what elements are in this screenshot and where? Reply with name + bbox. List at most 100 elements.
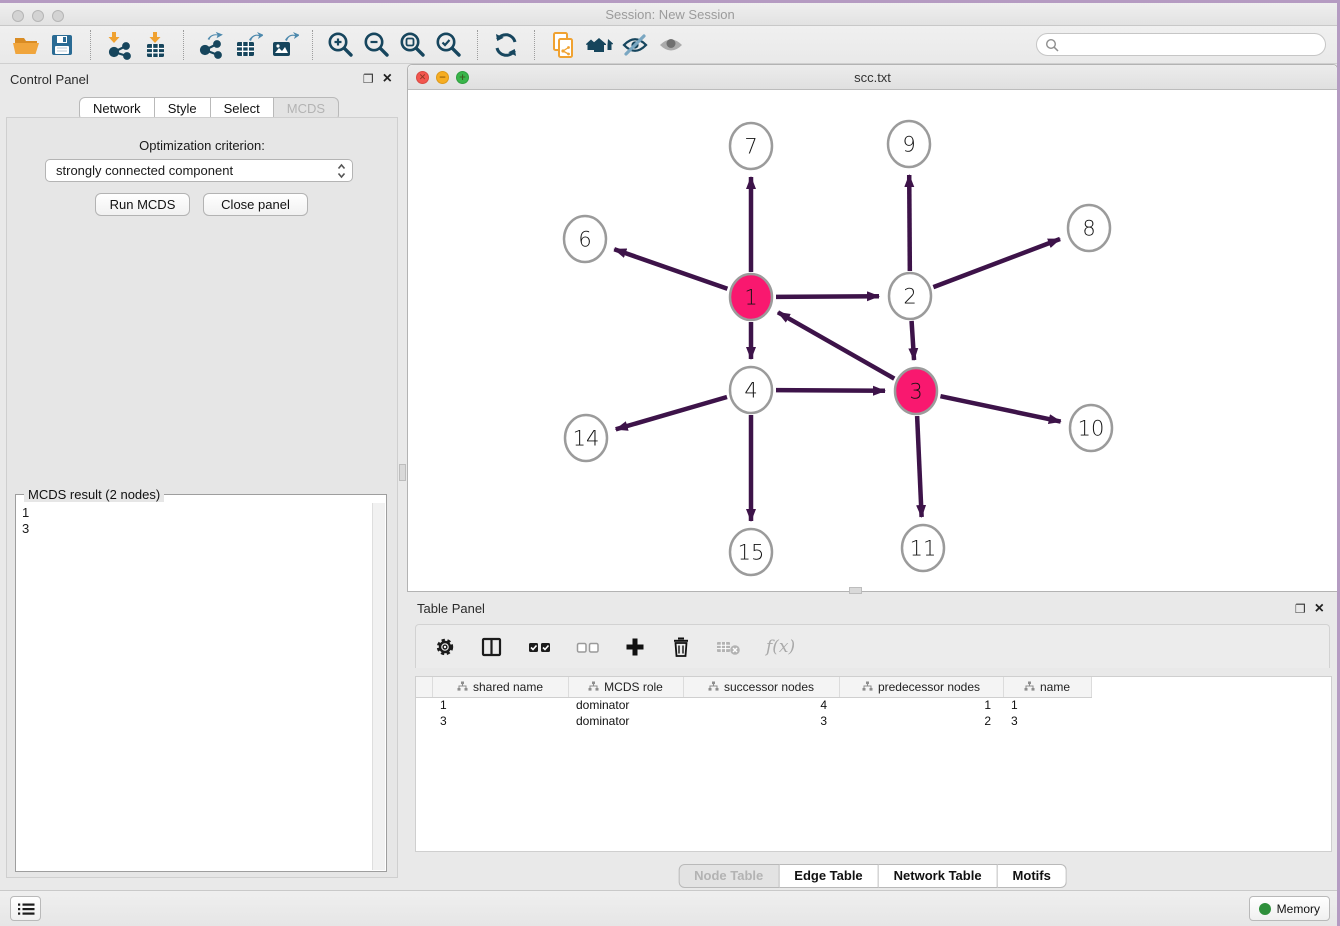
select-all-columns-icon[interactable] [528,636,552,658]
row-gutter-cell [416,697,432,713]
edge-2-9[interactable] [909,175,910,271]
open-session-button[interactable] [8,29,44,61]
close-panel-icon[interactable]: × [383,71,392,87]
column-header-successor-nodes[interactable]: successor nodes [683,677,839,697]
column-header-predecessor-nodes[interactable]: predecessor nodes [839,677,1003,697]
import-network-icon [104,30,134,60]
import-network-button[interactable] [101,29,137,61]
cell-MCDS-role[interactable]: dominator [568,713,683,729]
mcds-panel: Optimization criterion: strongly connect… [6,117,398,878]
zoom-fit-button[interactable] [395,29,431,61]
criterion-dropdown[interactable]: strongly connected component [45,159,353,182]
node-label-1: 1 [744,286,757,310]
export-network-icon [197,30,227,60]
hide-selected-button[interactable] [617,29,653,61]
eye-icon [656,30,686,60]
cell-successor-nodes[interactable]: 3 [683,713,839,729]
memory-label: Memory [1277,902,1320,916]
vertical-splitter-handle[interactable] [399,464,406,481]
toolbar-separator [477,30,478,60]
delete-table-icon[interactable] [716,636,742,658]
function-builder-icon[interactable]: f(x) [766,637,795,657]
edge-1-2[interactable] [776,296,879,297]
window-frame-top [0,0,1340,3]
table-panel-title: Table Panel [417,601,485,616]
search-input[interactable] [1064,37,1317,52]
table-row[interactable]: 3dominator323 [416,713,1091,729]
zoom-in-button[interactable] [323,29,359,61]
status-bar: Memory [0,890,1340,926]
cell-shared-name[interactable]: 3 [432,713,568,729]
cell-predecessor-nodes[interactable]: 1 [839,697,1003,713]
export-table-button[interactable] [230,29,266,61]
home-view-button[interactable] [581,29,617,61]
column-header-shared-name[interactable]: shared name [432,677,568,697]
memory-button[interactable]: Memory [1249,896,1330,921]
criterion-value: strongly connected component [56,163,337,178]
control-panel-title: Control Panel [10,72,89,87]
node-label-3: 3 [909,380,922,404]
cell-predecessor-nodes[interactable]: 2 [839,713,1003,729]
apply-layout-button[interactable] [488,29,524,61]
export-network-button[interactable] [194,29,230,61]
task-history-button[interactable] [10,896,41,921]
mcds-result-legend: MCDS result (2 nodes) [24,487,164,502]
optimization-criterion-label: Optimization criterion: [7,138,397,153]
zoom-out-button[interactable] [359,29,395,61]
import-table-button[interactable] [137,29,173,61]
node-label-9: 9 [902,133,915,157]
tab-network-table[interactable]: Network Table [879,864,998,888]
network-canvas[interactable]: 1234678910111415 [408,90,1337,591]
table-row[interactable]: 1dominator411 [416,697,1091,713]
export-image-icon [269,30,299,60]
tab-edge-table[interactable]: Edge Table [779,864,878,888]
node-label-6: 6 [578,228,591,252]
cell-name[interactable]: 1 [1003,697,1091,713]
tab-node-table[interactable]: Node Table [678,864,779,888]
column-header-name[interactable]: name [1003,677,1091,697]
float-panel-icon[interactable]: ❐ [363,73,374,85]
show-hidden-button[interactable] [653,29,689,61]
save-session-button[interactable] [44,29,80,61]
edge-3-10[interactable] [940,396,1060,421]
deselect-all-columns-icon[interactable] [576,636,600,658]
hierarchy-icon [457,681,468,692]
edge-2-3[interactable] [912,321,914,360]
tab-motifs[interactable]: Motifs [998,864,1067,888]
run-mcds-button[interactable]: Run MCDS [95,193,190,216]
add-column-icon[interactable] [624,636,646,658]
control-panel: Control Panel ❐ × Network Style Select M… [0,64,404,890]
list-icon [17,902,35,916]
export-image-button[interactable] [266,29,302,61]
cell-successor-nodes[interactable]: 4 [683,697,839,713]
zoom-selected-button[interactable] [431,29,467,61]
edge-2-8[interactable] [933,239,1060,287]
edge-4-3[interactable] [776,390,885,391]
settings-gear-icon[interactable] [434,636,456,658]
horizontal-splitter-handle[interactable] [849,587,862,594]
close-table-panel-icon[interactable]: × [1315,601,1324,617]
delete-column-icon[interactable] [670,636,692,658]
node-table[interactable]: shared nameMCDS rolesuccessor nodesprede… [415,676,1332,852]
cell-MCDS-role[interactable]: dominator [568,697,683,713]
mcds-result-list[interactable]: 1 3 [16,503,371,871]
edge-3-11[interactable] [917,416,922,517]
edge-4-14[interactable] [616,397,727,429]
search-field[interactable] [1036,33,1326,56]
edge-1-6[interactable] [614,249,727,289]
cell-name[interactable]: 3 [1003,713,1091,729]
eye-slash-icon [620,30,650,60]
app-titlebar: Session: New Session [0,3,1340,26]
open-folder-icon [11,30,41,60]
split-columns-icon[interactable] [480,636,504,658]
zoom-in-icon [326,30,356,60]
hierarchy-icon [1024,681,1035,692]
edge-3-1[interactable] [778,312,894,378]
cell-shared-name[interactable]: 1 [432,697,568,713]
copy-network-button[interactable] [545,29,581,61]
close-panel-button[interactable]: Close panel [203,193,308,216]
result-scrollbar[interactable] [372,503,385,870]
float-table-panel-icon[interactable]: ❐ [1295,603,1306,615]
column-header-MCDS-role[interactable]: MCDS role [568,677,683,697]
node-label-7: 7 [744,135,757,159]
